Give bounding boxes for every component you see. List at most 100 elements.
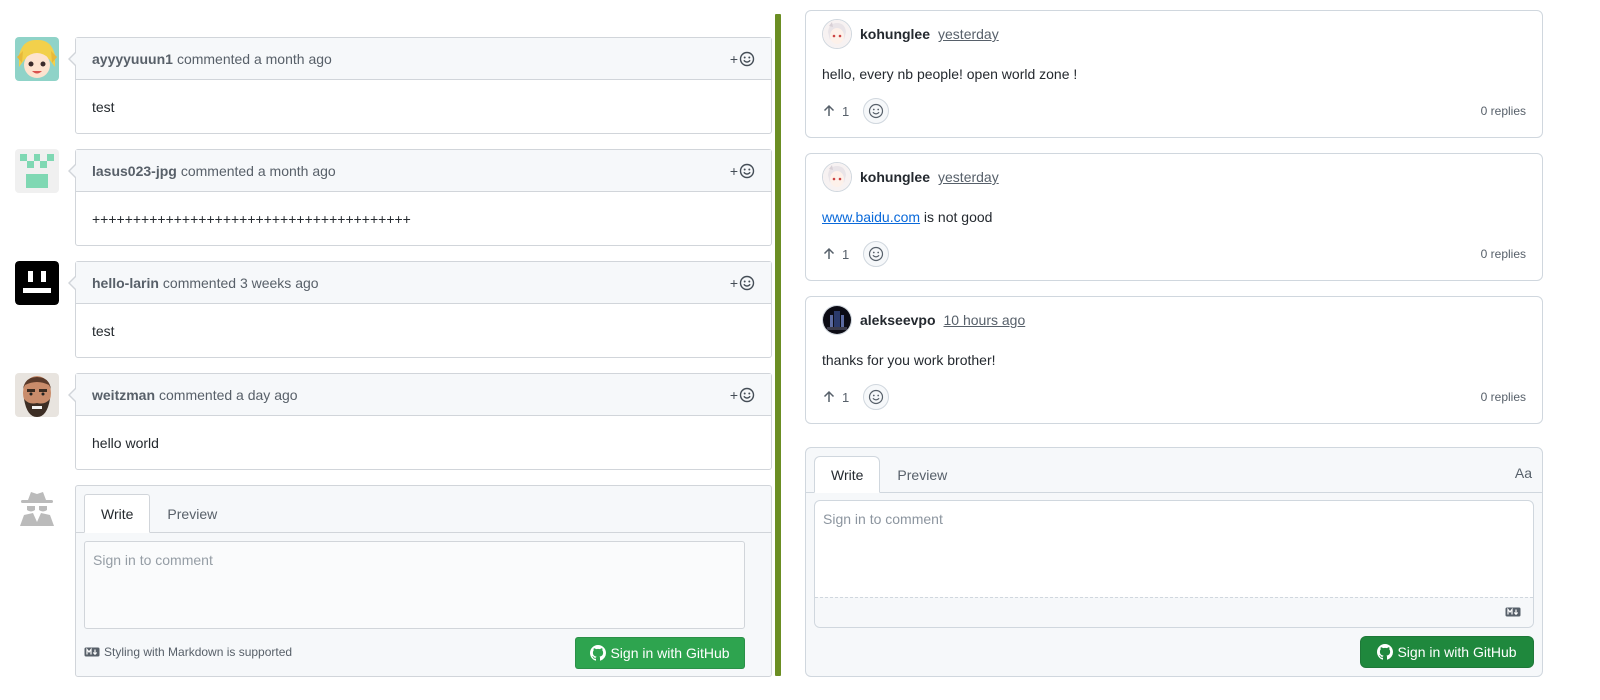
comment-body: www.baidu.com is not good	[822, 209, 992, 225]
avatar[interactable]	[15, 261, 59, 305]
sign-in-github-button[interactable]: Sign in with GitHub	[1360, 636, 1534, 668]
markdown-icon	[84, 647, 100, 657]
comment-footer: 1 0 replies	[822, 240, 1526, 268]
comment-body-text: is not good	[920, 209, 993, 225]
comment-header: lasus023-jpg commented a month ago +	[76, 150, 771, 192]
comment-editor: Write Preview Sign in to comment Styling…	[75, 485, 772, 677]
add-reaction-button[interactable]: +	[730, 387, 755, 403]
markdown-note-text: Styling with Markdown is supported	[104, 645, 293, 659]
upvote-count: 1	[842, 389, 850, 405]
column-divider	[775, 14, 781, 676]
comment-timestamp[interactable]: yesterday	[938, 169, 999, 185]
sign-in-label: Sign in with GitHub	[610, 645, 730, 661]
discussion-comment: kohunglee yesterday www.baidu.com is not…	[805, 153, 1543, 281]
anonymous-user-icon	[20, 492, 54, 526]
tab-preview[interactable]: Preview	[880, 456, 964, 493]
comment-timestamp[interactable]: commented a month ago	[177, 51, 332, 67]
comment-author[interactable]: weitzman	[92, 387, 155, 403]
comment-timestamp[interactable]: commented 3 weeks ago	[163, 275, 319, 291]
comment-box: weitzman commented a day ago + hello wor…	[68, 373, 772, 470]
textarea-placeholder: Sign in to comment	[823, 511, 943, 527]
github-icon	[1377, 644, 1394, 660]
avatar[interactable]	[822, 19, 852, 49]
plus-label: +	[729, 274, 738, 291]
arrow-up-icon	[823, 104, 835, 116]
replies-count: 0 replies	[1480, 104, 1526, 118]
comment-textarea[interactable]: Sign in to comment	[84, 541, 745, 629]
new-comment-form: Write Preview Sign in to comment Styling…	[15, 485, 772, 677]
comment-header: kohunglee yesterday	[822, 19, 999, 49]
comment-author[interactable]: hello-larin	[92, 275, 159, 291]
comment-box: lasus023-jpg commented a month ago + +++…	[68, 149, 772, 246]
smiley-icon	[739, 387, 755, 402]
plus-label: +	[729, 162, 738, 179]
upvote-count: 1	[842, 103, 850, 119]
add-reaction-button[interactable]: +	[730, 275, 755, 291]
smiley-icon	[739, 51, 755, 66]
discussion-comment: kohunglee yesterday hello, every nb peop…	[805, 10, 1543, 138]
comment-author[interactable]: alekseevpo	[860, 312, 936, 328]
smiley-icon	[869, 103, 884, 119]
comment-body: test	[92, 322, 115, 339]
comment-textarea[interactable]: Sign in to comment	[814, 500, 1534, 628]
arrow-up-icon	[823, 247, 835, 259]
plus-label: +	[729, 386, 738, 403]
markdown-note[interactable]: Styling with Markdown is supported	[84, 645, 292, 659]
comment-timestamp[interactable]: yesterday	[938, 26, 999, 42]
add-reaction-button[interactable]: +	[730, 163, 755, 179]
add-reaction-button[interactable]	[863, 384, 890, 410]
right-discussion-thread: kohunglee yesterday hello, every nb peop…	[805, 0, 1600, 700]
smiley-icon	[739, 275, 755, 290]
add-reaction-button[interactable]: +	[730, 51, 755, 67]
sign-in-github-button[interactable]: Sign in with GitHub	[575, 637, 745, 669]
textarea-toolbar	[815, 597, 1533, 627]
avatar[interactable]	[822, 162, 852, 192]
comment-author[interactable]: ayyyyuuun1	[92, 51, 173, 67]
comment-header: weitzman commented a day ago +	[76, 374, 771, 416]
comment-body: hello, every nb people! open world zone …	[822, 66, 1078, 82]
tab-write[interactable]: Write	[814, 456, 881, 493]
smiley-icon	[739, 163, 755, 178]
discussion-comment: alekseevpo 10 hours ago thanks for you w…	[805, 296, 1543, 424]
markdown-icon[interactable]	[1505, 607, 1521, 617]
comment-box: ayyyyuuun1 commented a month ago + test	[68, 37, 772, 134]
new-comment-form: Write Preview Aa Sign in to comment Sign…	[805, 447, 1543, 677]
comment-box: hello-larin commented 3 weeks ago + test	[68, 261, 772, 358]
smiley-icon	[869, 246, 884, 262]
comment-link[interactable]: www.baidu.com	[822, 209, 920, 225]
add-reaction-button[interactable]	[863, 98, 890, 124]
upvote-count: 1	[842, 246, 850, 262]
upvote-button[interactable]: 1	[822, 390, 849, 405]
tab-preview[interactable]: Preview	[150, 494, 234, 533]
avatar[interactable]	[822, 305, 852, 335]
comment-body: +++++++++++++++++++++++++++++++++++++++	[92, 210, 411, 227]
smiley-icon	[869, 389, 884, 405]
comment-header: ayyyyuuun1 commented a month ago +	[76, 38, 771, 80]
avatar[interactable]	[15, 149, 59, 193]
add-reaction-button[interactable]	[863, 241, 890, 267]
sign-in-label: Sign in with GitHub	[1397, 644, 1517, 660]
comment-body: test	[92, 98, 115, 115]
comment-timestamp[interactable]: commented a day ago	[159, 387, 298, 403]
left-comment-thread: ayyyyuuun1 commented a month ago + test	[0, 0, 780, 700]
upvote-button[interactable]: 1	[822, 247, 849, 262]
comment-timestamp[interactable]: commented a month ago	[181, 163, 336, 179]
font-toggle-button[interactable]: Aa	[1515, 465, 1532, 481]
comment-footer: 1 0 replies	[822, 97, 1526, 125]
avatar[interactable]	[15, 373, 59, 417]
comment-body: hello world	[92, 434, 159, 451]
editor-tabs: Write Preview	[84, 494, 234, 533]
tab-write[interactable]: Write	[84, 494, 151, 533]
github-icon	[590, 645, 607, 661]
editor-tabs: Write Preview	[814, 456, 964, 493]
comment-timestamp[interactable]: 10 hours ago	[944, 312, 1026, 328]
comment-author[interactable]: lasus023-jpg	[92, 163, 177, 179]
comment-header: alekseevpo 10 hours ago	[822, 305, 1025, 335]
replies-count: 0 replies	[1480, 247, 1526, 261]
avatar[interactable]	[15, 37, 59, 81]
comment-author[interactable]: kohunglee	[860, 169, 930, 185]
replies-count: 0 replies	[1480, 390, 1526, 404]
upvote-button[interactable]: 1	[822, 104, 849, 119]
comment-author[interactable]: kohunglee	[860, 26, 930, 42]
comment-footer: 1 0 replies	[822, 383, 1526, 411]
